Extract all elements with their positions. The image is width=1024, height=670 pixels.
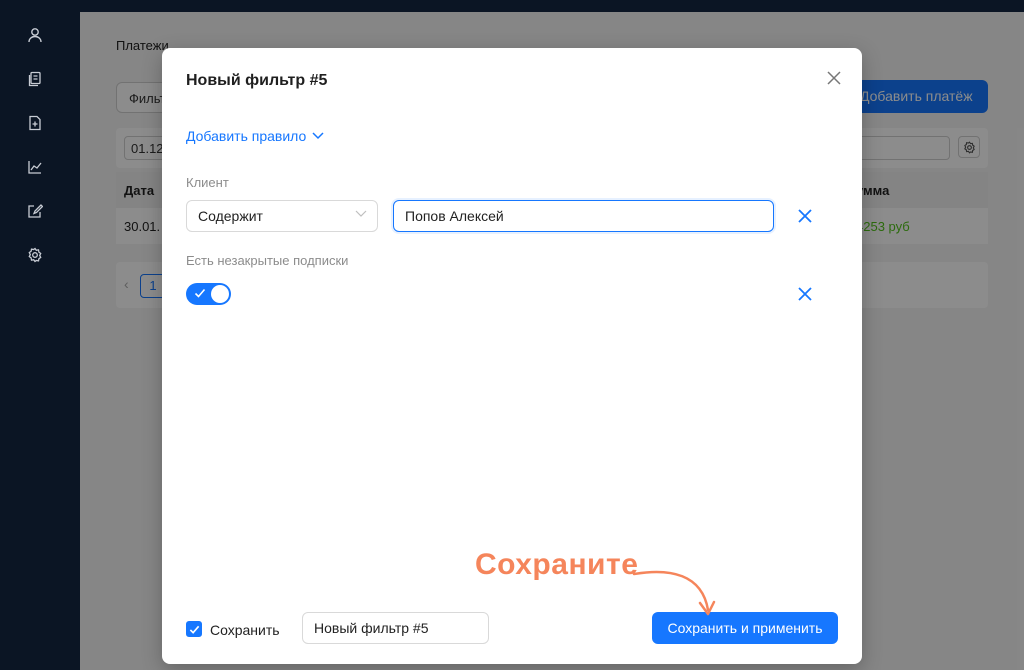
rule-operator-select[interactable]: Содержит — [186, 200, 378, 232]
annotation-label: Сохраните — [475, 548, 639, 581]
rule-client-value-input[interactable] — [393, 200, 774, 232]
chevron-down-icon — [312, 132, 324, 140]
rule-subscriptions-label: Есть незакрытые подписки — [186, 253, 349, 268]
add-rule-link[interactable]: Добавить правило — [186, 128, 324, 144]
annotation-arrow-icon — [632, 570, 716, 616]
user-icon[interactable] — [24, 24, 46, 46]
document-add-icon[interactable] — [24, 112, 46, 134]
save-checkbox-label[interactable]: Сохранить — [210, 622, 280, 638]
sidebar — [0, 0, 80, 670]
edit-icon[interactable] — [24, 200, 46, 222]
check-icon — [189, 625, 199, 634]
remove-rule-icon[interactable] — [796, 285, 814, 303]
chart-icon[interactable] — [24, 156, 46, 178]
add-rule-label: Добавить правило — [186, 128, 307, 144]
save-checkbox[interactable] — [186, 621, 202, 637]
rule-operator-value: Содержит — [198, 208, 263, 224]
modal-title: Новый фильтр #5 — [186, 72, 328, 89]
rule-client-label: Клиент — [186, 175, 229, 190]
toggle-knob — [211, 285, 229, 303]
subscriptions-toggle[interactable] — [186, 283, 231, 305]
filter-name-input[interactable] — [302, 612, 489, 644]
check-icon — [194, 288, 206, 298]
remove-rule-icon[interactable] — [796, 207, 814, 225]
settings-icon[interactable] — [24, 244, 46, 266]
documents-icon[interactable] — [24, 68, 46, 90]
close-icon[interactable] — [824, 68, 844, 88]
chevron-down-icon — [355, 210, 367, 217]
